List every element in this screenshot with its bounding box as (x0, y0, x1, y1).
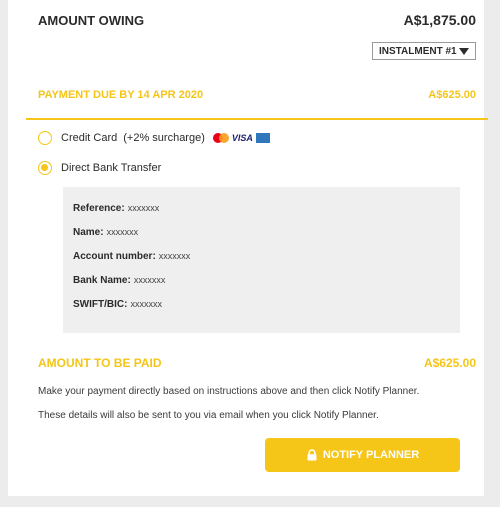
detail-bank-name: Bank Name: xxxxxxx (73, 275, 166, 286)
instalment-select-value: INSTALMENT #1 (379, 45, 457, 57)
amex-icon (255, 133, 270, 143)
amount-owing-label: AMOUNT OWING (38, 12, 145, 28)
amount-owing-value: A$1,875.00 (403, 12, 476, 28)
payment-due-row: PAYMENT DUE BY 14 APR 2020 A$625.00 (38, 89, 476, 101)
amount-to-be-paid-value: A$625.00 (423, 356, 476, 370)
amount-to-be-paid-row: AMOUNT TO BE PAID A$625.00 (38, 356, 476, 370)
detail-swift-bic: SWIFT/BIC: xxxxxxx (73, 299, 162, 310)
notify-planner-button[interactable]: NOTIFY PLANNER (265, 438, 460, 472)
detail-account-number: Account number: xxxxxxx (73, 251, 191, 262)
option-credit-card[interactable]: Credit Card (+2% surcharge) VISA (38, 131, 270, 145)
caret-down-icon (459, 47, 469, 55)
mastercard-icon (212, 133, 229, 143)
instalment-select[interactable]: INSTALMENT #1 (372, 42, 476, 60)
payment-due-value: A$625.00 (428, 89, 476, 101)
bank-transfer-label: Direct Bank Transfer (61, 162, 162, 174)
divider (26, 118, 488, 120)
instruction-text: Make your payment directly based on inst… (38, 386, 420, 397)
bank-transfer-radio[interactable] (38, 161, 52, 175)
surcharge-note: (+2% surcharge) (123, 132, 205, 144)
bank-details-box: Reference: xxxxxxx Name: xxxxxxx Account n… (63, 187, 460, 333)
detail-name: Name: xxxxxxx (73, 227, 139, 238)
amount-to-be-paid-label: AMOUNT TO BE PAID (38, 356, 162, 370)
option-bank-transfer[interactable]: Direct Bank Transfer (38, 161, 161, 175)
detail-reference: Reference: xxxxxxx (73, 203, 160, 214)
email-notice-text: These details will also be sent to you v… (38, 410, 379, 421)
credit-card-radio[interactable] (38, 131, 52, 145)
amount-owing-row: AMOUNT OWING A$1,875.00 (38, 12, 476, 28)
payment-due-label: PAYMENT DUE BY 14 APR 2020 (38, 89, 204, 101)
card-logos: VISA (212, 133, 270, 143)
notify-planner-label: NOTIFY PLANNER (322, 449, 420, 461)
visa-icon: VISA (231, 133, 253, 143)
lock-icon (307, 449, 317, 461)
credit-card-label: Credit Card (61, 132, 118, 144)
